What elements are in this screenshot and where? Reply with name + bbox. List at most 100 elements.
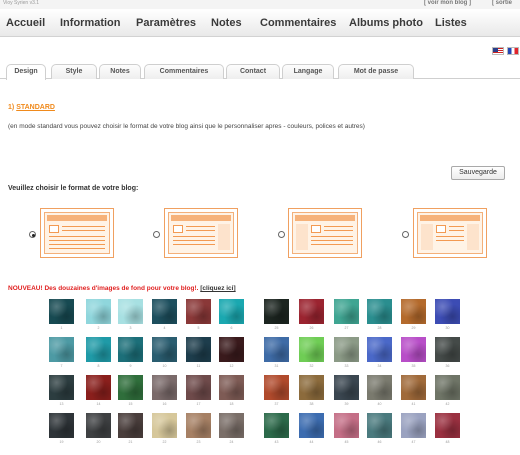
layout-radio-4[interactable]: [402, 231, 409, 238]
swatch-number: 1: [60, 326, 63, 330]
layout-radio-1[interactable]: [29, 231, 36, 238]
swatch-number: 11: [196, 364, 201, 368]
background-swatch[interactable]: [264, 413, 289, 438]
tab-notes[interactable]: Notes: [99, 64, 141, 79]
nav-commentaires[interactable]: Commentaires: [260, 17, 336, 29]
nav-listes[interactable]: Listes: [435, 17, 467, 29]
swatch-number: 42: [445, 402, 450, 406]
swatch-number: 25: [274, 326, 279, 330]
tab-langage[interactable]: Langage: [282, 64, 334, 79]
swatch-number: 20: [96, 440, 101, 444]
swatch-number: 12: [229, 364, 234, 368]
background-swatch[interactable]: [219, 299, 244, 324]
background-swatch[interactable]: [49, 413, 74, 438]
swatch-number: 8: [97, 364, 100, 368]
background-swatch[interactable]: [334, 375, 359, 400]
background-swatch[interactable]: [118, 413, 143, 438]
swatch-number: 22: [162, 440, 167, 444]
background-swatch[interactable]: [401, 375, 426, 400]
background-swatch[interactable]: [367, 375, 392, 400]
background-swatch[interactable]: [264, 375, 289, 400]
swatch-number: 24: [229, 440, 234, 444]
tab-commentaires[interactable]: Commentaires: [144, 64, 224, 79]
background-swatch[interactable]: [435, 375, 460, 400]
background-swatch[interactable]: [264, 299, 289, 324]
background-swatch[interactable]: [435, 413, 460, 438]
background-swatch[interactable]: [264, 337, 289, 362]
swatch-number: 47: [411, 440, 416, 444]
background-swatch[interactable]: [152, 375, 177, 400]
swatch-number: 43: [274, 440, 279, 444]
nav-parametres[interactable]: Paramètres: [136, 17, 196, 29]
background-swatch[interactable]: [367, 299, 392, 324]
background-swatch[interactable]: [334, 299, 359, 324]
swatch-number: 29: [411, 326, 416, 330]
background-swatch[interactable]: [299, 299, 324, 324]
background-swatch[interactable]: [118, 299, 143, 324]
background-swatch[interactable]: [118, 375, 143, 400]
background-swatch[interactable]: [49, 299, 74, 324]
swatch-number: 35: [411, 364, 416, 368]
save-button[interactable]: Sauvegarde: [451, 166, 505, 180]
app-name: Vioy Syrien v3.1: [3, 0, 40, 6]
background-swatch[interactable]: [152, 337, 177, 362]
swatch-number: 3: [129, 326, 132, 330]
background-swatch[interactable]: [186, 299, 211, 324]
background-swatch[interactable]: [118, 337, 143, 362]
swatch-number: 16: [162, 402, 167, 406]
background-swatch[interactable]: [186, 337, 211, 362]
nav-information[interactable]: Information: [60, 17, 121, 29]
section-description: (en mode standard vous pouvez choisir le…: [8, 123, 365, 130]
layout-radio-3[interactable]: [278, 231, 285, 238]
layout-preview-3[interactable]: [288, 208, 362, 258]
tab-style[interactable]: Style: [51, 64, 97, 79]
layout-preview-2[interactable]: [164, 208, 238, 258]
tab-contact[interactable]: Contact: [226, 64, 280, 79]
nav-accueil[interactable]: Accueil: [6, 17, 45, 29]
background-swatch[interactable]: [86, 375, 111, 400]
swatch-number: 21: [128, 440, 133, 444]
background-swatch[interactable]: [186, 413, 211, 438]
layout-radio-2[interactable]: [153, 231, 160, 238]
background-swatch[interactable]: [334, 413, 359, 438]
background-swatch[interactable]: [219, 413, 244, 438]
english-flag-icon[interactable]: [492, 47, 504, 55]
layout-preview-4[interactable]: [413, 208, 487, 258]
swatch-number: 48: [445, 440, 450, 444]
background-swatch[interactable]: [299, 413, 324, 438]
nav-albums-photo[interactable]: Albums photo: [349, 17, 423, 29]
view-blog-link[interactable]: [ voir mon blog ]: [424, 0, 471, 6]
nav-notes[interactable]: Notes: [211, 17, 242, 29]
layout-preview-1[interactable]: [40, 208, 114, 258]
swatch-number: 17: [196, 402, 201, 406]
background-swatch[interactable]: [86, 299, 111, 324]
background-swatch[interactable]: [435, 299, 460, 324]
background-swatch[interactable]: [299, 375, 324, 400]
swatch-number: 5: [197, 326, 200, 330]
background-swatch[interactable]: [86, 413, 111, 438]
background-swatch[interactable]: [86, 337, 111, 362]
background-swatch[interactable]: [49, 337, 74, 362]
background-swatch[interactable]: [152, 299, 177, 324]
swatch-number: 9: [129, 364, 132, 368]
background-swatch[interactable]: [299, 337, 324, 362]
tab-design[interactable]: Design: [6, 64, 46, 80]
click-here-link[interactable]: [cliquez ici]: [200, 285, 235, 292]
background-swatch[interactable]: [401, 413, 426, 438]
background-swatch[interactable]: [152, 413, 177, 438]
background-swatch[interactable]: [186, 375, 211, 400]
background-swatch[interactable]: [401, 299, 426, 324]
swatch-number: 40: [377, 402, 382, 406]
background-swatch[interactable]: [435, 337, 460, 362]
background-swatch[interactable]: [367, 413, 392, 438]
french-flag-icon[interactable]: [507, 47, 519, 55]
logout-link[interactable]: [ sortie: [492, 0, 512, 6]
background-swatch[interactable]: [334, 337, 359, 362]
background-swatch[interactable]: [219, 375, 244, 400]
tab-mot-de-passe[interactable]: Mot de passe: [338, 64, 414, 79]
background-swatch[interactable]: [49, 375, 74, 400]
standard-link[interactable]: STANDARD: [16, 104, 55, 111]
background-swatch[interactable]: [219, 337, 244, 362]
background-swatch[interactable]: [367, 337, 392, 362]
background-swatch[interactable]: [401, 337, 426, 362]
